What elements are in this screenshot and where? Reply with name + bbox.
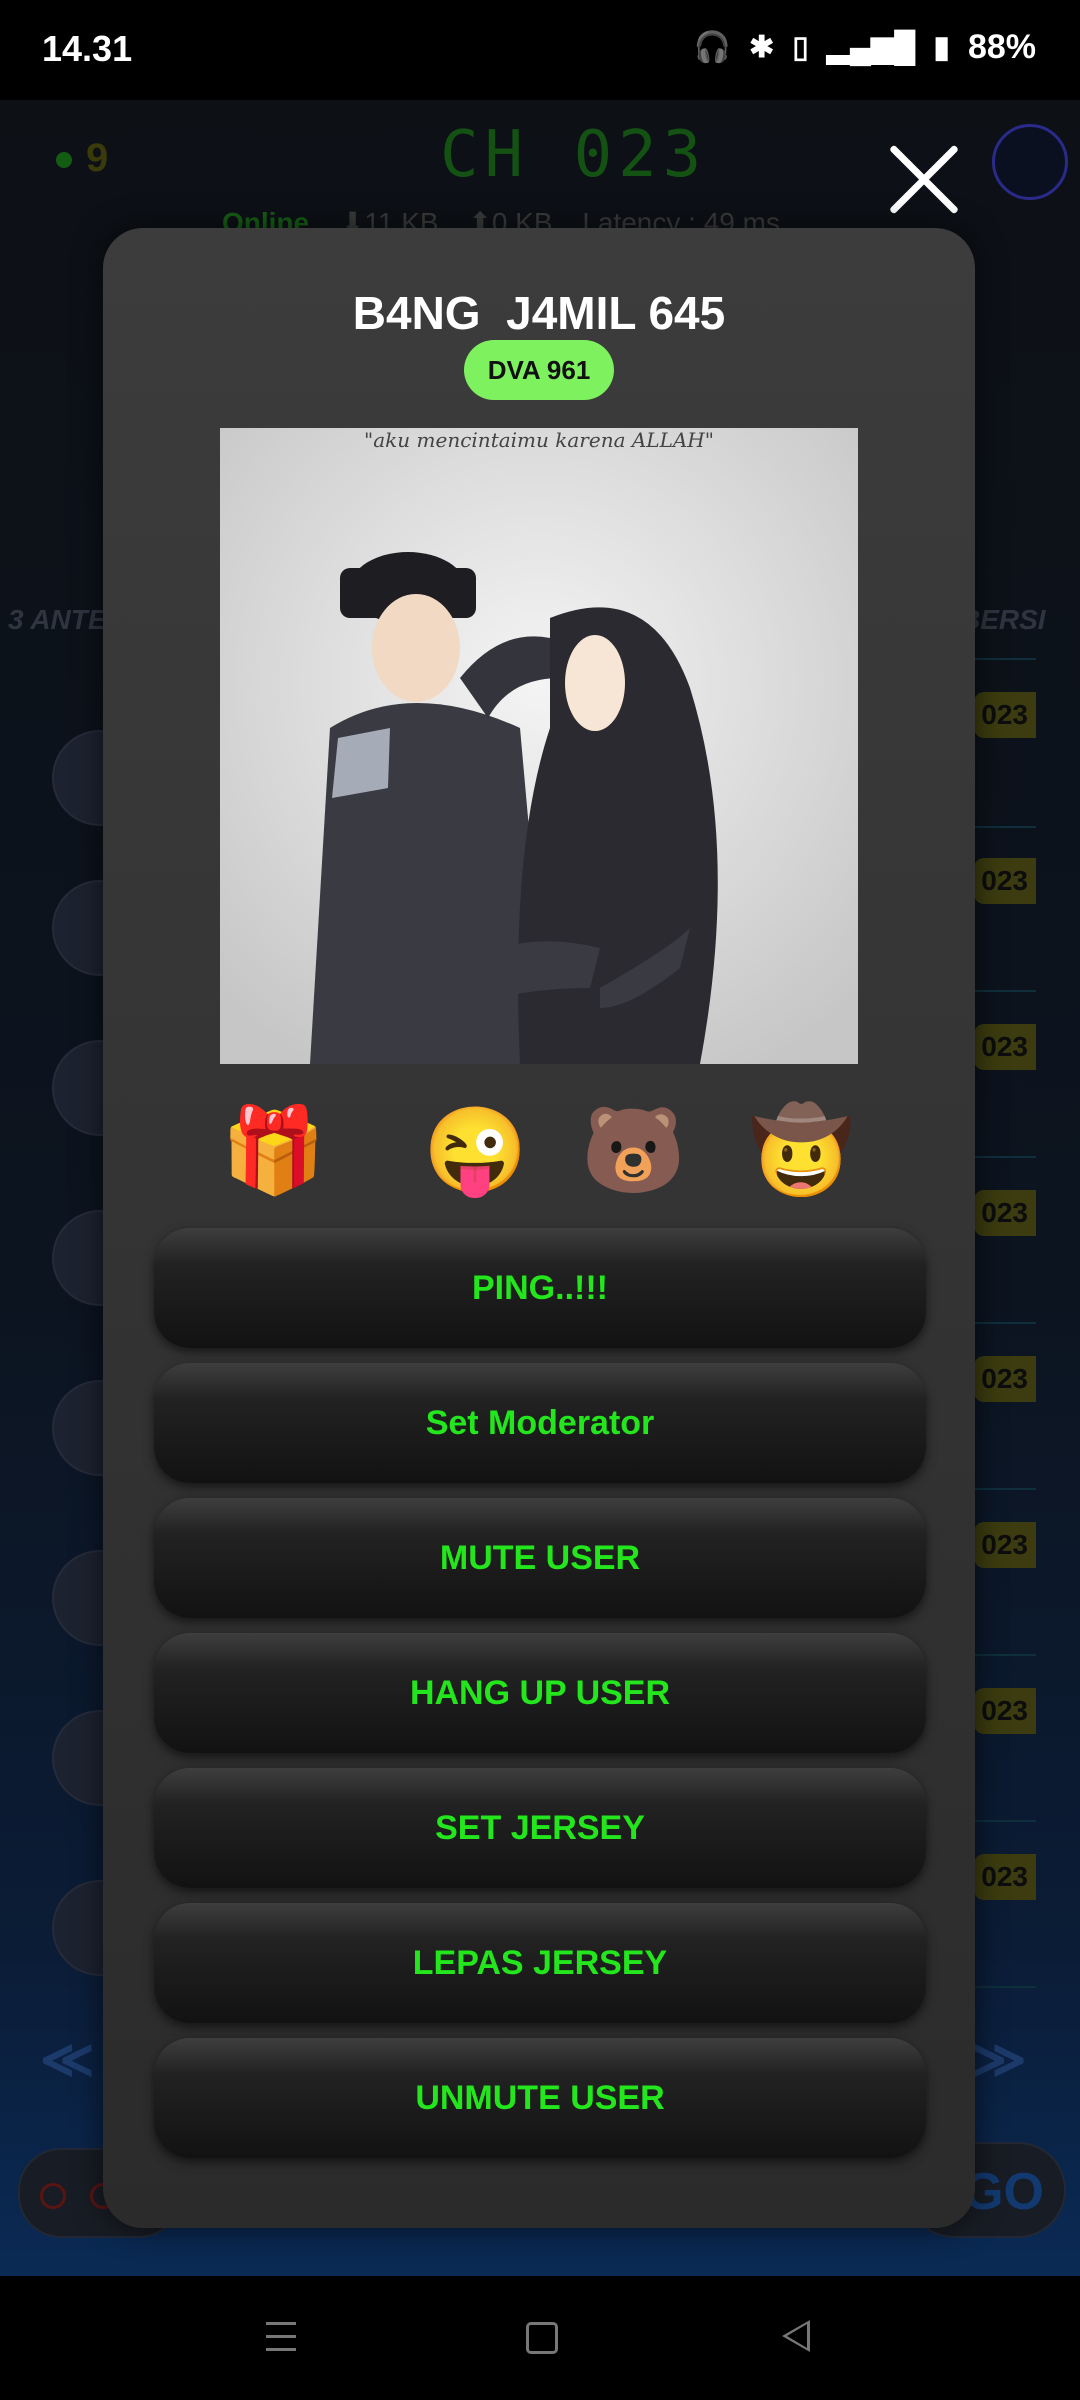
wink-emoji-icon[interactable]: 😜 [423, 1100, 528, 1200]
online-dot-icon [56, 152, 72, 169]
recent-apps-icon[interactable] [266, 2322, 296, 2361]
bear-sticker-icon[interactable]: 🐻 [581, 1100, 686, 1200]
slot-tag: 023 [974, 1854, 1036, 1900]
ping-button[interactable]: PING..!!! [154, 1228, 926, 1348]
back-icon[interactable] [782, 2320, 810, 2352]
photo-caption: "aku mencintaimu karena ALLAH" [364, 428, 714, 452]
divider [974, 990, 1036, 992]
slot-tag: 023 [974, 1688, 1036, 1734]
listener-count: 9 [56, 136, 108, 181]
headphones-icon: 🎧 [693, 31, 732, 64]
divider [974, 1322, 1036, 1324]
set-moderator-button[interactable]: Set Moderator [154, 1363, 926, 1483]
user-action-dialog: B4NG J4MIL 645 DVA 961 "aku mencintaimu … [103, 228, 975, 2228]
next-page-button[interactable]: ≫ [972, 2030, 1026, 2090]
prev-page-button[interactable]: ≪ [40, 2030, 94, 2090]
divider [974, 1488, 1036, 1490]
app-logo-icon[interactable] [992, 124, 1068, 200]
slot-tag: 023 [974, 1522, 1036, 1568]
battery-charging-icon: ▮ [933, 31, 950, 64]
status-icons: 🎧 ✱ ▯ ▂▄▆█ ▮ 88% [694, 28, 1036, 67]
vibrate-icon: ▯ [792, 31, 809, 64]
slot-tag: 023 [974, 1024, 1036, 1070]
marquee-text-left: 3 ANTE [8, 604, 107, 635]
home-icon[interactable] [526, 2322, 558, 2354]
user-id-badge: DVA 961 [464, 340, 614, 400]
cowboy-crying-emoji-icon[interactable]: 🤠 [749, 1100, 854, 1200]
channel-title: CH 023 [440, 118, 708, 192]
divider [974, 1156, 1036, 1158]
divider [974, 1654, 1036, 1656]
battery-percentage: 88% [967, 28, 1036, 66]
profile-illustration [220, 428, 858, 1064]
status-bar: 14.31 🎧 ✱ ▯ ▂▄▆█ ▮ 88% [0, 0, 1080, 100]
slot-tag: 023 [974, 692, 1036, 738]
lepas-jersey-button[interactable]: LEPAS JERSEY [154, 1903, 926, 2023]
divider [974, 1820, 1036, 1822]
system-navigation-bar [0, 2276, 1080, 2400]
hang-up-user-button[interactable]: HANG UP USER [154, 1633, 926, 1753]
clock: 14.31 [42, 28, 133, 69]
profile-photo: "aku mencintaimu karena ALLAH" [220, 428, 858, 1064]
slot-tag: 023 [974, 858, 1036, 904]
slot-tag: 023 [974, 1356, 1036, 1402]
divider [974, 658, 1036, 660]
signal-icon: ▂▄▆█ [826, 31, 916, 64]
slot-tag: 023 [974, 1190, 1036, 1236]
bluetooth-icon: ✱ [749, 31, 775, 64]
close-icon[interactable] [884, 140, 964, 220]
divider [974, 1986, 1036, 1988]
gift-icon[interactable]: 🎁 [221, 1100, 326, 1200]
user-name: B4NG J4MIL 645 [352, 287, 726, 339]
set-jersey-button[interactable]: SET JERSEY [154, 1768, 926, 1888]
unmute-user-button[interactable]: UNMUTE USER [154, 2038, 926, 2158]
divider [974, 826, 1036, 828]
mute-user-button[interactable]: MUTE USER [154, 1498, 926, 1618]
